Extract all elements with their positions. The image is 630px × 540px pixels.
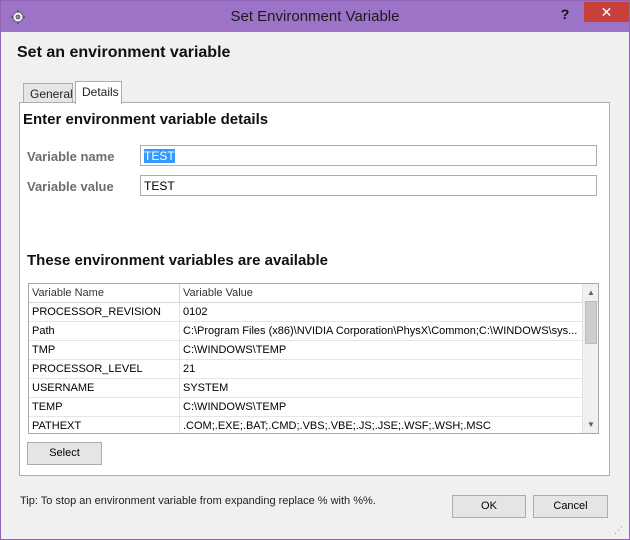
table-row[interactable]: PROCESSOR_LEVEL 21: [29, 360, 582, 379]
cell-variable-name: PATHEXT: [29, 417, 180, 433]
cell-variable-name: Path: [29, 322, 180, 341]
cell-variable-value: C:\WINDOWS\TEMP: [183, 401, 287, 413]
variables-list[interactable]: Variable Name Variable Value PROCESSOR_R…: [28, 283, 599, 434]
column-header-value[interactable]: Variable Value: [180, 284, 582, 303]
table-row[interactable]: TMP C:\WINDOWS\TEMP: [29, 341, 582, 360]
tab-general[interactable]: General: [23, 83, 73, 103]
details-panel: Enter environment variable details Varia…: [19, 102, 610, 476]
resize-grip-icon[interactable]: ⋰: [614, 524, 626, 536]
scroll-down-icon[interactable]: ▼: [583, 416, 598, 433]
table-row[interactable]: PATHEXT .COM;.EXE;.BAT;.CMD;.VBS;.VBE;.JS…: [29, 417, 582, 433]
variable-value-label: Variable value: [27, 179, 114, 194]
variable-value-field[interactable]: TEST: [140, 175, 597, 196]
tab-details[interactable]: Details: [75, 81, 122, 104]
cell-variable-value: C:\WINDOWS\TEMP: [183, 344, 287, 356]
tip-text: Tip: To stop an environment variable fro…: [20, 495, 376, 507]
dialog-window: Set Environment Variable ? ✕ Set an envi…: [0, 0, 630, 540]
table-row[interactable]: Path C:\Program Files (x86)\NVIDIA Corpor…: [29, 322, 582, 341]
cell-variable-name: TMP: [29, 341, 180, 360]
select-button[interactable]: Select: [27, 442, 102, 465]
cell-variable-value: SYSTEM: [183, 382, 229, 394]
help-button[interactable]: ?: [552, 5, 578, 25]
page-title: Set an environment variable: [17, 44, 231, 61]
cell-variable-value: 21: [183, 363, 196, 375]
scroll-up-icon[interactable]: ▲: [583, 284, 598, 301]
window-title: Set Environment Variable: [230, 8, 400, 25]
details-heading: Enter environment variable details: [23, 111, 269, 128]
cell-variable-value: 0102: [183, 306, 208, 318]
variable-name-field[interactable]: TEST: [140, 145, 597, 166]
close-button[interactable]: ✕: [584, 2, 629, 22]
cell-variable-name: TEMP: [29, 398, 180, 417]
cancel-button[interactable]: Cancel: [533, 495, 608, 518]
list-rows: PROCESSOR_REVISION 0102 Path C:\Program Fil…: [29, 303, 582, 433]
cell-variable-name: PROCESSOR_REVISION: [29, 303, 180, 322]
scroll-thumb[interactable]: [585, 301, 597, 344]
table-row[interactable]: PROCESSOR_REVISION 0102: [29, 303, 582, 322]
available-heading: These environment variables are availabl…: [27, 252, 328, 269]
variable-value-value: TEST: [144, 179, 175, 193]
variable-name-label: Variable name: [27, 149, 115, 164]
cell-variable-name: PROCESSOR_LEVEL: [29, 360, 180, 379]
cell-variable-value: .COM;.EXE;.BAT;.CMD;.VBS;.VBE;.JS;.JSE;.…: [183, 420, 491, 432]
title-bar[interactable]: Set Environment Variable ? ✕: [1, 1, 629, 32]
ok-button[interactable]: OK: [452, 495, 526, 518]
list-header: Variable Name Variable Value: [29, 284, 582, 303]
table-row[interactable]: TEMP C:\WINDOWS\TEMP: [29, 398, 582, 417]
vertical-scrollbar[interactable]: ▲ ▼: [582, 284, 598, 433]
column-header-name[interactable]: Variable Name: [29, 284, 180, 303]
variable-name-value: TEST: [144, 149, 175, 163]
cell-variable-name: USERNAME: [29, 379, 180, 398]
table-row[interactable]: USERNAME SYSTEM: [29, 379, 582, 398]
cell-variable-value: C:\Program Files (x86)\NVIDIA Corporatio…: [183, 325, 578, 337]
